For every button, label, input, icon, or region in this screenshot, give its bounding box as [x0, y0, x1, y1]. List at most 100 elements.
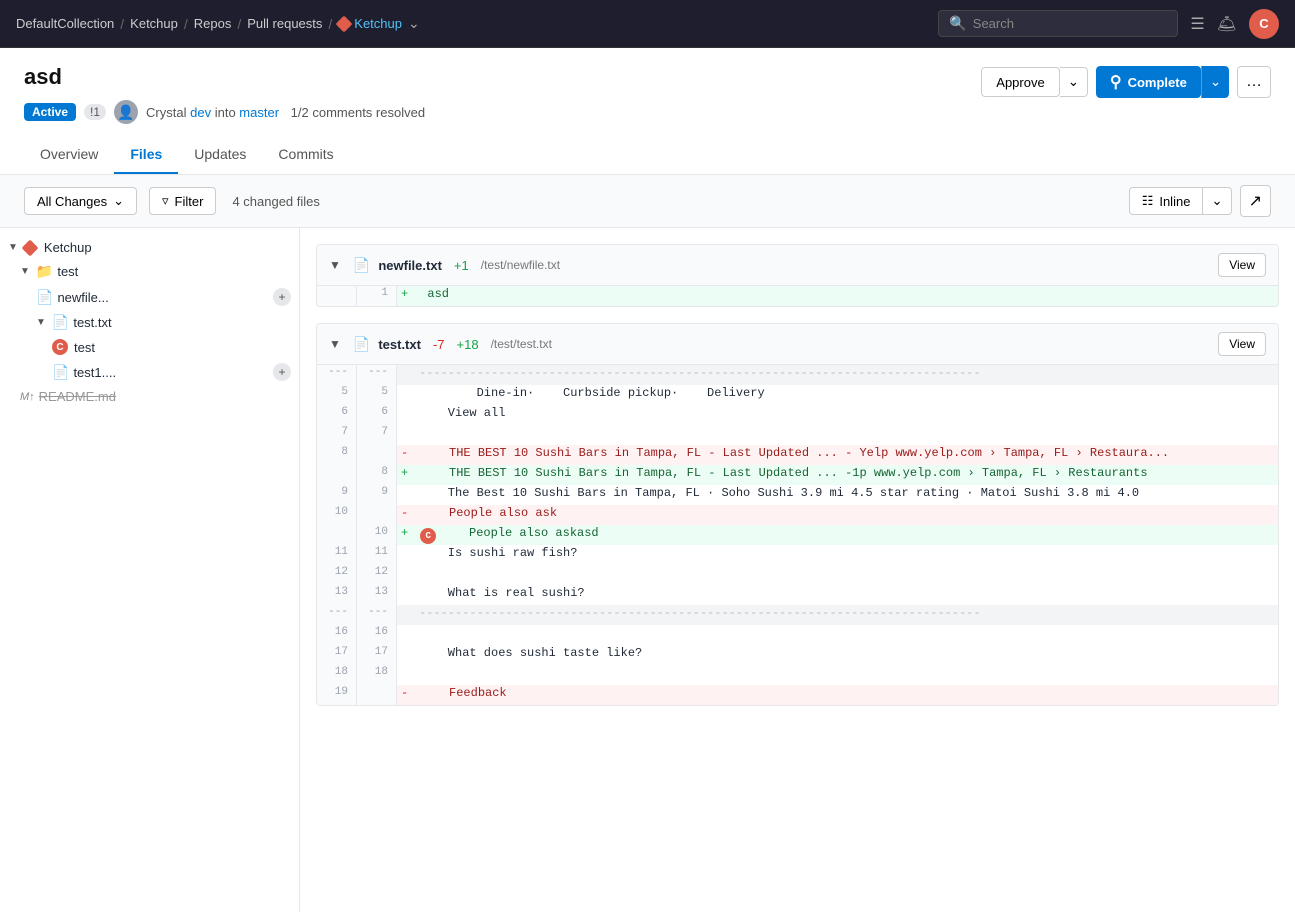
complete-group: ⚲ Complete ⌄	[1096, 66, 1229, 98]
diff-line-13: 13 13 What is real sushi?	[317, 585, 1278, 605]
tree-label-ketchup: Ketchup	[44, 240, 291, 255]
breadcrumb-sep-4: /	[328, 16, 332, 32]
line-num-left-newfile-1	[317, 286, 357, 306]
topnav-right: 🔍 ☰ 🛎 C	[938, 9, 1279, 39]
chevron-down-icon-test-txt[interactable]: ▼	[36, 317, 46, 328]
repo-icon	[21, 239, 38, 256]
diff-additions-newfile: +1	[454, 258, 469, 273]
diff-filename-test-txt: test.txt	[378, 337, 421, 352]
line-prefix-newfile-1: +	[397, 286, 412, 306]
newfile-add-button[interactable]: +	[273, 288, 291, 306]
diff-line-sep-2: --- --- --------------------------------…	[317, 605, 1278, 625]
line-content-sep-1: ----------------------------------------…	[411, 365, 1278, 385]
inline-view-dropdown-button[interactable]: ⌄	[1203, 187, 1231, 215]
diff-code-test-txt: --- --- --------------------------------…	[317, 365, 1278, 705]
pr-header-row: asd Approve ⌄ ⚲ Complete ⌄ …	[24, 64, 1271, 100]
target-branch-link[interactable]: master	[239, 105, 279, 120]
tab-overview[interactable]: Overview	[24, 136, 114, 174]
nav-default-collection[interactable]: DefaultCollection	[16, 16, 114, 31]
filter-button[interactable]: ▿ Filter	[149, 187, 216, 215]
repo-dropdown-icon[interactable]: ⌄	[408, 15, 420, 32]
diff-line-8-removed: 8 - THE BEST 10 Sushi Bars in Tampa, FL …	[317, 445, 1278, 465]
tree-item-ketchup[interactable]: ▼ Ketchup	[0, 236, 299, 259]
search-input[interactable]	[973, 16, 1153, 31]
file-icon-diff-newfile: 📄	[353, 257, 370, 274]
file-icon-test1: 📄	[52, 364, 69, 381]
tree-label-readme: README.md	[39, 389, 291, 404]
complete-dropdown-button[interactable]: ⌄	[1201, 66, 1229, 98]
diff-deletions-test-txt: -7	[433, 337, 445, 352]
list-icon[interactable]: ☰	[1190, 14, 1204, 34]
filter-icon: ▿	[162, 193, 169, 209]
diff-line-16: 16 16	[317, 625, 1278, 645]
diff-view-options: ☷ Inline ⌄ ↗	[1129, 185, 1271, 217]
tree-item-test-comment[interactable]: C test	[0, 335, 299, 359]
tab-files[interactable]: Files	[114, 136, 178, 174]
tree-item-test1[interactable]: 📄 test1.... +	[0, 359, 299, 385]
diff-line-newfile-1: 1 + asd	[317, 286, 1278, 306]
diff-block-test-txt: ▼ 📄 test.txt -7 +18 /test/test.txt View …	[316, 323, 1279, 706]
collapse-test-txt-icon[interactable]: ▼	[329, 337, 341, 351]
view-test-txt-button[interactable]: View	[1218, 332, 1266, 356]
approve-group: Approve ⌄	[981, 67, 1088, 97]
approve-button[interactable]: Approve	[981, 67, 1059, 97]
chevron-down-icon-folder[interactable]: ▼	[20, 266, 30, 277]
inline-view-group: ☷ Inline ⌄	[1129, 187, 1232, 215]
collapse-newfile-icon[interactable]: ▼	[329, 258, 341, 272]
diff-block-newfile: ▼ 📄 newfile.txt +1 /test/newfile.txt Vie…	[316, 244, 1279, 307]
inline-view-button[interactable]: ☷ Inline	[1129, 187, 1204, 215]
diff-code-newfile: 1 + asd	[317, 286, 1278, 306]
pr-meta: Active !1 👤 Crystal dev into master 1/2 …	[24, 100, 1271, 124]
diff-line-6: 6 6 View all	[317, 405, 1278, 425]
repo-diamond-icon	[336, 15, 353, 32]
tree-label-test1: test1....	[73, 365, 269, 380]
folder-icon: 📁	[36, 263, 53, 280]
diff-toolbar: All Changes ⌄ ▿ Filter 4 changed files ☷…	[0, 175, 1295, 228]
pr-header: asd Approve ⌄ ⚲ Complete ⌄ … Active !1 👤…	[0, 48, 1295, 175]
breadcrumb-sep-1: /	[120, 16, 124, 32]
nav-ketchup-org[interactable]: Ketchup	[130, 16, 178, 31]
diff-block-header-newfile: ▼ 📄 newfile.txt +1 /test/newfile.txt Vie…	[317, 245, 1278, 286]
tree-item-test-txt[interactable]: ▼ 📄 test.txt	[0, 310, 299, 335]
search-box[interactable]: 🔍	[938, 10, 1178, 37]
diff-line-10-added: 10 + C People also askasd	[317, 525, 1278, 545]
user-avatar[interactable]: C	[1249, 9, 1279, 39]
comment-dot-icon: C	[52, 339, 68, 355]
file-icon-readme: M↑	[20, 391, 35, 403]
diff-line-18: 18 18	[317, 665, 1278, 685]
all-changes-button[interactable]: All Changes ⌄	[24, 187, 137, 215]
tree-item-readme[interactable]: M↑ README.md	[0, 385, 299, 408]
changed-files-count: 4 changed files	[232, 194, 319, 209]
diff-line-17: 17 17 What does sushi taste like?	[317, 645, 1278, 665]
nav-repos[interactable]: Repos	[194, 16, 232, 31]
nav-pull-requests[interactable]: Pull requests	[247, 16, 322, 31]
all-changes-chevron-icon: ⌄	[113, 193, 124, 209]
file-icon-newfile: 📄	[36, 289, 53, 306]
complete-button[interactable]: ⚲ Complete	[1096, 66, 1201, 98]
main-layout: ▼ Ketchup ▼ 📁 test 📄 newfile... + ▼ 📄 te…	[0, 228, 1295, 912]
diff-filepath-test-txt: /test/test.txt	[491, 337, 552, 351]
top-navigation: DefaultCollection / Ketchup / Repos / Pu…	[0, 0, 1295, 48]
source-branch-link[interactable]: dev	[190, 105, 211, 120]
diff-line-10-removed: 10 - People also ask	[317, 505, 1278, 525]
line-num-right-newfile-1: 1	[357, 286, 397, 306]
diff-line-8-added: 8 + THE BEST 10 Sushi Bars in Tampa, FL …	[317, 465, 1278, 485]
tree-item-test-folder[interactable]: ▼ 📁 test	[0, 259, 299, 284]
pr-title: asd	[24, 64, 62, 90]
tree-item-newfile[interactable]: 📄 newfile... +	[0, 284, 299, 310]
approve-dropdown-button[interactable]: ⌄	[1060, 67, 1088, 97]
diff-line-9: 9 9 The Best 10 Sushi Bars in Tampa, FL …	[317, 485, 1278, 505]
pr-meta-text: Crystal dev into master 1/2 comments res…	[146, 105, 425, 120]
bag-icon[interactable]: 🛎	[1217, 14, 1237, 34]
test1-add-button[interactable]: +	[273, 363, 291, 381]
tab-updates[interactable]: Updates	[178, 136, 262, 174]
tree-label-test-txt: test.txt	[73, 315, 291, 330]
breadcrumb-sep-2: /	[184, 16, 188, 32]
nav-repo-ketchup[interactable]: Ketchup	[338, 16, 402, 31]
view-newfile-button[interactable]: View	[1218, 253, 1266, 277]
expand-button[interactable]: ↗	[1240, 185, 1271, 217]
tree-label-test-folder: test	[57, 264, 291, 279]
more-options-button[interactable]: …	[1237, 66, 1271, 98]
tab-commits[interactable]: Commits	[262, 136, 349, 174]
chevron-down-icon[interactable]: ▼	[8, 242, 18, 253]
